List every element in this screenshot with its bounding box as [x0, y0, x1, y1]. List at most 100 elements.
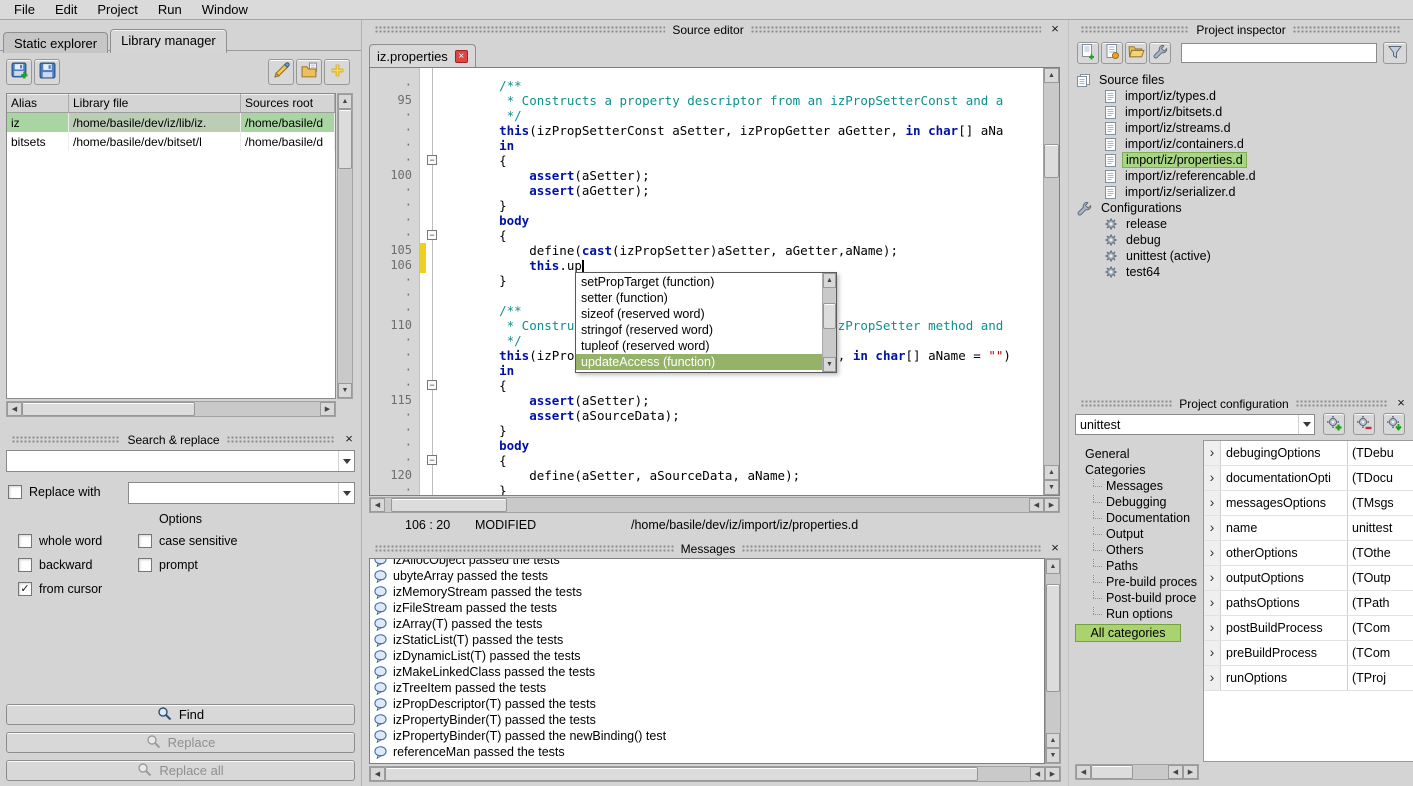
- message-item[interactable]: izPropDescriptor(T) passed the tests: [370, 696, 1044, 712]
- remove-source-button[interactable]: [1101, 42, 1123, 64]
- messages-hscrollbar[interactable]: ◀ ◀ ▶: [369, 766, 1061, 782]
- fold-marker[interactable]: −: [427, 230, 437, 240]
- message-item[interactable]: izArray(T) passed the tests: [370, 616, 1044, 632]
- fold-marker[interactable]: −: [427, 155, 437, 165]
- add-configuration-button[interactable]: [1323, 413, 1345, 435]
- library-table-vscrollbar[interactable]: ▲ ▼: [337, 93, 353, 399]
- chevron-down-icon[interactable]: [1298, 415, 1314, 434]
- category-run-options[interactable]: Run options: [1075, 606, 1201, 622]
- message-item[interactable]: izPropertyBinder(T) passed the tests: [370, 712, 1044, 728]
- property-row-documentationopti[interactable]: ›documentationOpti(TDocu: [1204, 466, 1413, 491]
- scroll-down-arrow[interactable]: ▼: [1046, 748, 1060, 763]
- replace-term-input[interactable]: [129, 486, 338, 500]
- expand-arrow-icon[interactable]: ›: [1204, 566, 1221, 590]
- close-tab-button[interactable]: ×: [455, 50, 468, 63]
- property-row-pathsoptions[interactable]: ›pathsOptions(TPath: [1204, 591, 1413, 616]
- tree-item-import-iz-containers-d[interactable]: import/iz/containers.d: [1077, 136, 1407, 152]
- scroll-up-arrow[interactable]: ▲: [823, 273, 836, 288]
- project-inspector-titlebar[interactable]: Project inspector: [1069, 22, 1413, 37]
- tools-button[interactable]: [1149, 42, 1171, 64]
- messages-list[interactable]: izAllocObject passed the testsubyteArray…: [369, 558, 1045, 764]
- message-item[interactable]: izAllocObject passed the tests: [370, 558, 1044, 568]
- scroll-up-arrow[interactable]: ▲: [338, 94, 352, 109]
- column-header-alias[interactable]: Alias: [7, 94, 69, 112]
- menu-window[interactable]: Window: [192, 0, 258, 19]
- completion-item-setproptarget-function[interactable]: setPropTarget (function): [576, 274, 822, 290]
- replace-all-button[interactable]: Replace all: [6, 760, 355, 781]
- property-row-prebuildprocess[interactable]: ›preBuildProcess(TCom: [1204, 641, 1413, 666]
- checkbox-backward[interactable]: backward: [18, 558, 138, 572]
- category-categories[interactable]: Categories: [1075, 462, 1201, 478]
- expand-arrow-icon[interactable]: ›: [1204, 641, 1221, 665]
- completion-item-tupleof-reserved-word[interactable]: tupleof (reserved word): [576, 338, 822, 354]
- completion-item-updateaccess-function[interactable]: updateAccess (function): [576, 354, 822, 370]
- menu-run[interactable]: Run: [148, 0, 192, 19]
- checkbox-box[interactable]: [18, 558, 32, 572]
- scroll-right-arrow[interactable]: ▶: [1045, 767, 1060, 781]
- expand-arrow-icon[interactable]: ›: [1204, 466, 1221, 490]
- tree-item-import-iz-referencable-d[interactable]: import/iz/referencable.d: [1077, 168, 1407, 184]
- message-item[interactable]: izStaticList(T) passed the tests: [370, 632, 1044, 648]
- replace-with-checkbox[interactable]: Replace with: [8, 485, 101, 499]
- fold-marker[interactable]: −: [427, 380, 437, 390]
- property-row-postbuildprocess[interactable]: ›postBuildProcess(TCom: [1204, 616, 1413, 641]
- expand-arrow-icon[interactable]: ›: [1204, 441, 1221, 465]
- category-debugging[interactable]: Debugging: [1075, 494, 1201, 510]
- scroll-left-arrow[interactable]: ◀: [370, 767, 385, 781]
- scroll-right-arrow[interactable]: ▶: [1044, 498, 1059, 512]
- replace-term-combo[interactable]: [128, 482, 355, 504]
- scroll-up-arrow[interactable]: ▲: [1046, 733, 1060, 748]
- tree-item-import-iz-streams-d[interactable]: import/iz/streams.d: [1077, 120, 1407, 136]
- category-messages[interactable]: Messages: [1075, 478, 1201, 494]
- config-hscrollbar[interactable]: ◀ ◀ ▶: [1075, 764, 1199, 780]
- scroll-right-arrow[interactable]: ▶: [320, 402, 335, 416]
- completion-item-setter-function[interactable]: setter (function): [576, 290, 822, 306]
- menu-project[interactable]: Project: [87, 0, 147, 19]
- tree-node-configurations[interactable]: Configurations: [1077, 200, 1407, 216]
- checkbox-case-sensitive[interactable]: case sensitive: [138, 534, 348, 548]
- checkbox-from-cursor[interactable]: ✓from cursor: [18, 582, 138, 596]
- checkbox-box[interactable]: ✓: [18, 582, 32, 596]
- editor-tab-iz-properties[interactable]: iz.properties ×: [369, 44, 476, 67]
- configuration-combo-input[interactable]: [1076, 418, 1298, 432]
- scroll-down-arrow[interactable]: ▼: [1044, 480, 1059, 495]
- tree-item-release[interactable]: release: [1077, 216, 1407, 232]
- scroll-thumb[interactable]: [823, 303, 836, 329]
- source-editor-titlebar[interactable]: Source editor ×: [363, 22, 1067, 37]
- category-others[interactable]: Others: [1075, 542, 1201, 558]
- tree-item-unittest-active[interactable]: unittest (active): [1077, 248, 1407, 264]
- chevron-down-icon[interactable]: [338, 483, 354, 503]
- tree-item-test64[interactable]: test64: [1077, 264, 1407, 280]
- tree-item-import-iz-properties-d[interactable]: import/iz/properties.d: [1077, 152, 1407, 168]
- close-config-panel-button[interactable]: ×: [1394, 397, 1408, 411]
- messages-titlebar[interactable]: Messages ×: [363, 541, 1067, 556]
- scroll-down-arrow[interactable]: ▼: [823, 357, 836, 372]
- menu-file[interactable]: File: [4, 0, 45, 19]
- scroll-left-arrow[interactable]: ◀: [370, 498, 385, 512]
- scroll-left-arrow[interactable]: ◀: [1030, 767, 1045, 781]
- scroll-thumb[interactable]: [22, 402, 195, 416]
- checkbox-box[interactable]: [138, 534, 152, 548]
- expand-arrow-icon[interactable]: ›: [1204, 591, 1221, 615]
- editor-vscrollbar[interactable]: ▲ ▲ ▼: [1043, 68, 1059, 495]
- scroll-left-arrow[interactable]: ◀: [1076, 765, 1091, 779]
- editor-hscrollbar[interactable]: ◀ ◀ ▶: [369, 497, 1060, 513]
- category-pre-build-proces[interactable]: Pre-build proces: [1075, 574, 1201, 590]
- message-item[interactable]: izDynamicList(T) passed the tests: [370, 648, 1044, 664]
- open-library-button[interactable]: [296, 59, 322, 85]
- category-general[interactable]: General: [1075, 446, 1201, 462]
- scroll-up-arrow[interactable]: ▲: [1044, 465, 1059, 480]
- library-table-hscrollbar[interactable]: ◀ ▶: [6, 401, 336, 417]
- property-row-otheroptions[interactable]: ›otherOptions(TOthe: [1204, 541, 1413, 566]
- add-library-button[interactable]: [324, 59, 350, 85]
- close-messages-panel-button[interactable]: ×: [1048, 542, 1062, 556]
- configuration-combo[interactable]: [1075, 414, 1315, 435]
- tab-static-explorer[interactable]: Static explorer: [3, 32, 108, 53]
- tree-item-import-iz-bitsets-d[interactable]: import/iz/bitsets.d: [1077, 104, 1407, 120]
- scroll-right-arrow[interactable]: ▶: [1183, 765, 1198, 779]
- fold-marker[interactable]: −: [427, 455, 437, 465]
- tree-item-import-iz-serializer-d[interactable]: import/iz/serializer.d: [1077, 184, 1407, 200]
- scroll-thumb[interactable]: [385, 767, 978, 781]
- message-item[interactable]: izPropertyBinder(T) passed the newBindin…: [370, 728, 1044, 744]
- expand-arrow-icon[interactable]: ›: [1204, 516, 1221, 540]
